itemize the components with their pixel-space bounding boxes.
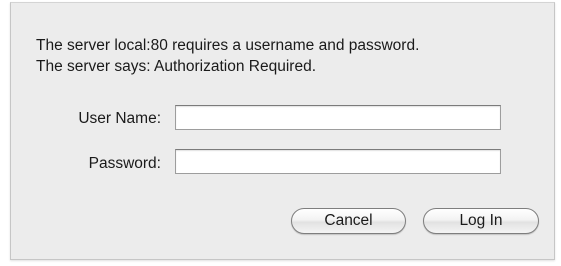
password-label: Password:: [88, 155, 161, 172]
cancel-button[interactable]: Cancel: [291, 208, 406, 234]
password-field[interactable]: [175, 149, 501, 174]
username-field[interactable]: [175, 105, 501, 130]
dialog-message: The server local:80 requires a username …: [36, 35, 419, 77]
username-label: User Name:: [78, 110, 161, 127]
message-line-server: The server local:80 requires a username …: [36, 37, 420, 54]
message-line-reason: The server says: Authorization Required.: [36, 58, 316, 75]
auth-dialog: The server local:80 requires a username …: [10, 2, 555, 260]
login-button[interactable]: Log In: [423, 208, 539, 234]
